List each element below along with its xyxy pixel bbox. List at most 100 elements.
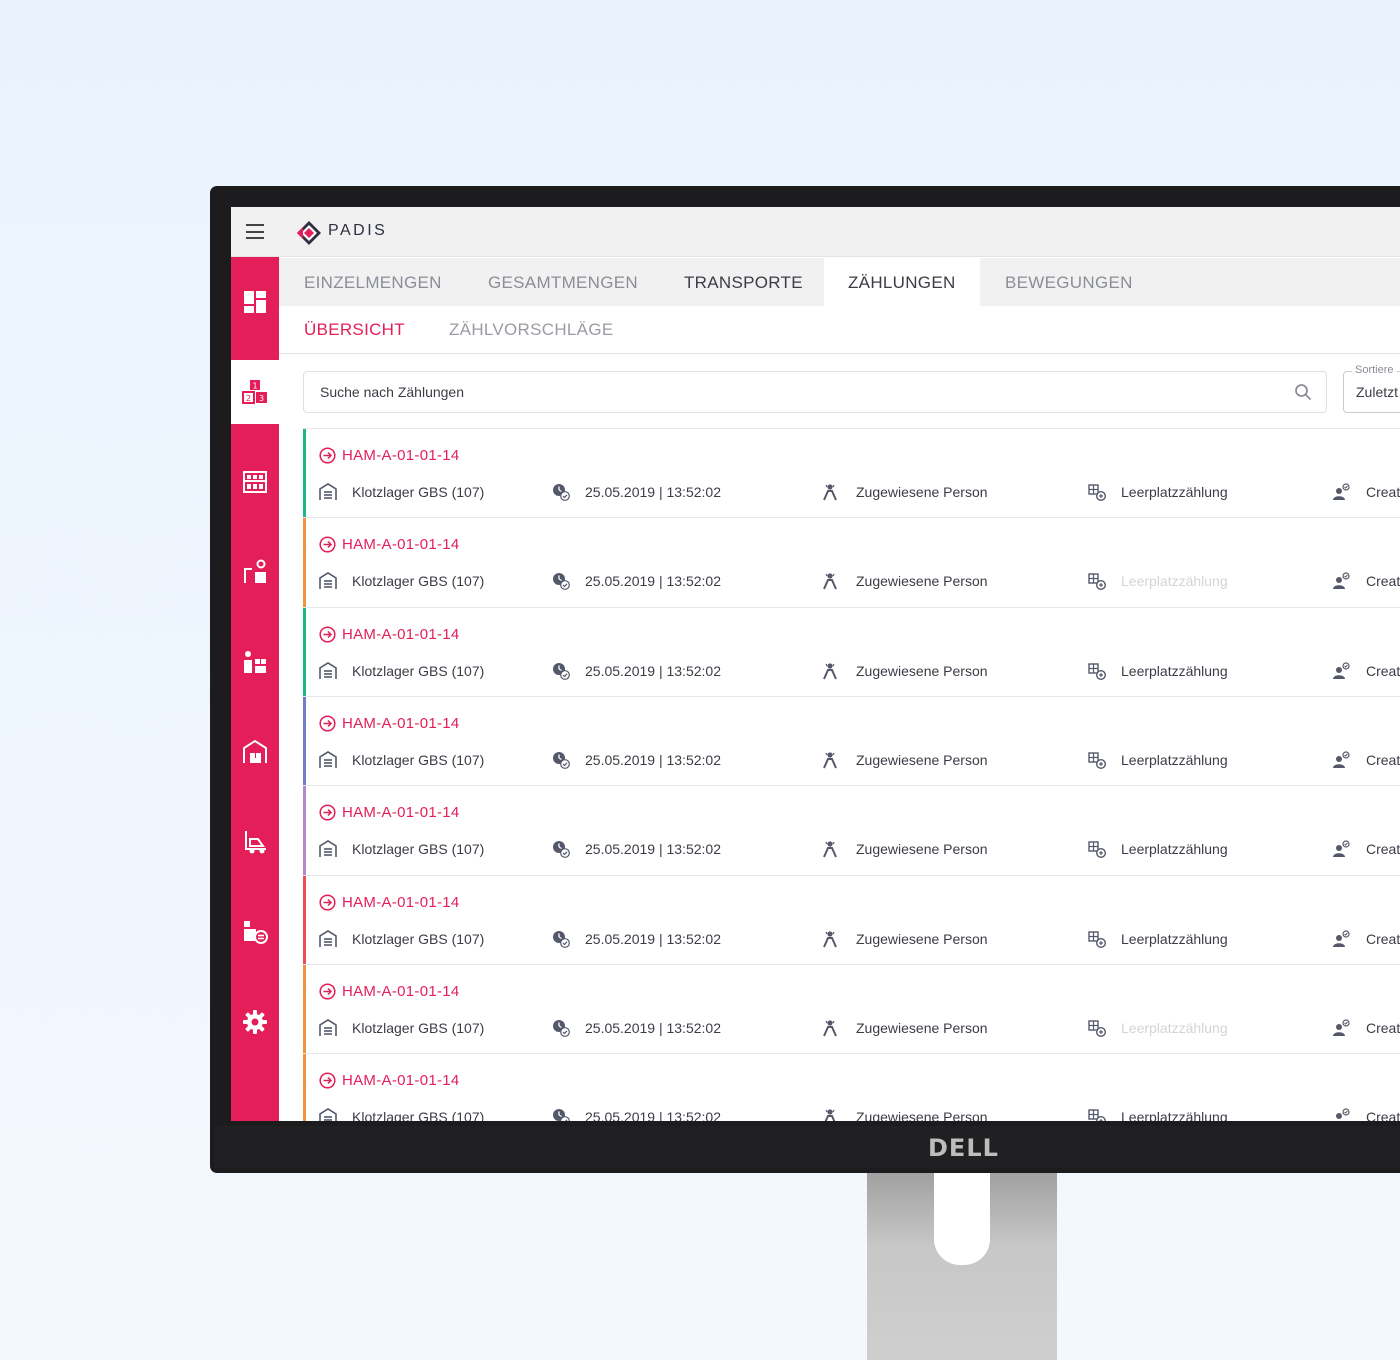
creator-person-icon [1333, 929, 1350, 947]
row-assignee: Zugewiesene Person [821, 840, 988, 858]
tab-zaehlungen[interactable]: ZÄHLUNGEN [824, 258, 980, 306]
warehouse-rack-icon [243, 471, 267, 493]
sort-select[interactable]: Sortiere Zuletzt [1343, 364, 1400, 413]
row-title-group[interactable]: HAM-A-01-01-14 [319, 447, 460, 464]
list-item[interactable]: HAM-A-01-01-14 Klotzlager GBS (107) 25.0… [303, 963, 1400, 1054]
clock-check-icon [553, 930, 570, 948]
row-location-text: Klotzlager GBS (107) [352, 841, 485, 858]
row-creator: Creat [1332, 840, 1400, 858]
clock-check-icon [553, 1019, 570, 1037]
arrow-circle-icon [319, 983, 336, 1000]
sort-value: Zuletzt [1356, 384, 1399, 400]
sidebar-item-transport[interactable] [231, 810, 279, 874]
row-title-group[interactable]: HAM-A-01-01-14 [319, 626, 460, 643]
empty-slot-count-icon [1088, 841, 1106, 859]
row-count-type-text: Leerplatzzählung [1121, 751, 1228, 768]
list-item[interactable]: HAM-A-01-01-14 Klotzlager GBS (107) 25.0… [303, 1053, 1400, 1121]
tab-gesamtmengen[interactable]: GESAMTMENGEN [488, 258, 638, 306]
row-assignee: Zugewiesene Person [821, 1108, 988, 1121]
row-creator: Creat [1332, 751, 1400, 769]
row-count-type: Leerplatzzählung [1088, 1108, 1228, 1121]
row-count-type-text: Leerplatzzählung [1121, 662, 1228, 679]
tab-bewegungen[interactable]: BEWEGUNGEN [1005, 258, 1133, 306]
row-location-text: Klotzlager GBS (107) [352, 751, 485, 768]
warehouse-icon [319, 661, 337, 679]
list-item[interactable]: HAM-A-01-01-14 Klotzlager GBS (107) 25.0… [303, 785, 1400, 876]
list-item[interactable]: HAM-A-01-01-14 Klotzlager GBS (107) 25.0… [303, 606, 1400, 697]
list-item[interactable]: HAM-A-01-01-14 Klotzlager GBS (107) 25.0… [303, 695, 1400, 786]
sidebar-item-warehouse[interactable] [231, 720, 279, 784]
row-datetime: 25.05.2019 | 13:52:02 [552, 572, 721, 591]
row-count-type-text: Leerplatzzählung [1121, 930, 1228, 947]
padis-logo-icon [297, 221, 321, 245]
row-title-group[interactable]: HAM-A-01-01-14 [319, 536, 460, 553]
row-creator-text: Creat [1366, 662, 1400, 679]
subtab-uebersicht[interactable]: ÜBERSICHT [304, 320, 405, 340]
row-title-group[interactable]: HAM-A-01-01-14 [319, 1072, 460, 1089]
monitor-frame: PADIS 1 2 3 EINZELMENGEN GESAMTMENGEN TR… [210, 186, 1400, 1173]
sidebar-item-counting[interactable]: 1 2 3 [231, 360, 279, 424]
row-title: HAM-A-01-01-14 [342, 536, 460, 554]
creator-person-icon [1333, 751, 1350, 768]
hamburger-menu-icon[interactable] [246, 224, 264, 239]
arrow-circle-icon [319, 715, 336, 732]
row-assignee: Zugewiesene Person [821, 751, 988, 769]
row-creator: Creat [1332, 929, 1400, 948]
row-assignee: Zugewiesene Person [821, 483, 988, 501]
clock-check-icon [553, 1109, 570, 1121]
svg-text:1: 1 [252, 382, 257, 391]
tab-transporte[interactable]: TRANSPORTE [684, 258, 803, 306]
tab-einzelmengen[interactable]: EINZELMENGEN [304, 258, 442, 306]
subtab-zaehlvorschlaege[interactable]: ZÄHLVORSCHLÄGE [449, 320, 613, 340]
sidebar-item-worker[interactable] [231, 630, 279, 694]
row-assignee-text: Zugewiesene Person [856, 573, 988, 590]
search-input[interactable]: Suche nach Zählungen [303, 371, 1327, 413]
row-title: HAM-A-01-01-14 [342, 447, 460, 464]
row-location: Klotzlager GBS (107) [319, 750, 485, 769]
sidebar-item-settings[interactable] [231, 990, 279, 1054]
row-assignee-text: Zugewiesene Person [856, 484, 988, 500]
row-assignee: Zugewiesene Person [821, 572, 988, 590]
row-creator: Creat [1332, 1108, 1400, 1121]
sort-label: Sortiere [1352, 364, 1397, 376]
arrow-circle-icon [319, 804, 336, 821]
row-title-group[interactable]: HAM-A-01-01-14 [319, 894, 460, 911]
row-title-group[interactable]: HAM-A-01-01-14 [319, 804, 460, 821]
row-location: Klotzlager GBS (107) [319, 1108, 484, 1121]
row-datetime-text: 25.05.2019 | 13:52:02 [585, 573, 721, 590]
empty-slot-count-icon [1088, 573, 1106, 591]
row-datetime-text: 25.05.2019 | 13:52:02 [585, 662, 721, 679]
monitor-brand-logo: DELL [928, 1134, 999, 1162]
row-title-group[interactable]: HAM-A-01-01-14 [319, 715, 460, 732]
list-item[interactable]: HAM-A-01-01-14 Klotzlager GBS (107) 25.0… [303, 517, 1400, 608]
top-bar: PADIS [231, 207, 1400, 257]
row-creator-text: Creat [1366, 1019, 1400, 1036]
search-placeholder: Suche nach Zählungen [320, 384, 464, 400]
creator-person-icon [1333, 1019, 1350, 1036]
sidebar-item-transfer[interactable] [231, 540, 279, 604]
row-title: HAM-A-01-01-14 [342, 625, 460, 643]
row-creator-text: Creat [1366, 751, 1400, 768]
row-count-type-text: Leerplatzzählung [1121, 1109, 1228, 1121]
app-brand: PADIS [328, 222, 388, 239]
stock-swap-icon [244, 921, 268, 944]
arrow-circle-icon [319, 626, 336, 643]
sidebar-item-dashboard[interactable] [231, 270, 279, 334]
row-count-type: Leerplatzzählung [1088, 930, 1228, 948]
row-title-group[interactable]: HAM-A-01-01-14 [319, 983, 460, 1000]
assigned-person-icon [823, 573, 837, 590]
row-title: HAM-A-01-01-14 [342, 982, 460, 1000]
sidebar-item-storage[interactable] [231, 450, 279, 514]
list-item[interactable]: HAM-A-01-01-14 Klotzlager GBS (107) 25.0… [303, 428, 1400, 518]
row-assignee-text: Zugewiesene Person [856, 1109, 988, 1121]
assigned-person-icon [823, 841, 837, 858]
row-location: Klotzlager GBS (107) [319, 483, 484, 501]
sidebar-item-stock-movement[interactable] [231, 900, 279, 964]
row-location-text: Klotzlager GBS (107) [352, 1109, 485, 1121]
svg-text:3: 3 [259, 394, 264, 403]
row-count-type: Leerplatzzählung [1088, 662, 1228, 680]
row-title: HAM-A-01-01-14 [342, 893, 460, 911]
list-item[interactable]: HAM-A-01-01-14 Klotzlager GBS (107) 25.0… [303, 874, 1400, 965]
row-location: Klotzlager GBS (107) [319, 840, 484, 858]
search-icon[interactable] [1294, 383, 1312, 401]
